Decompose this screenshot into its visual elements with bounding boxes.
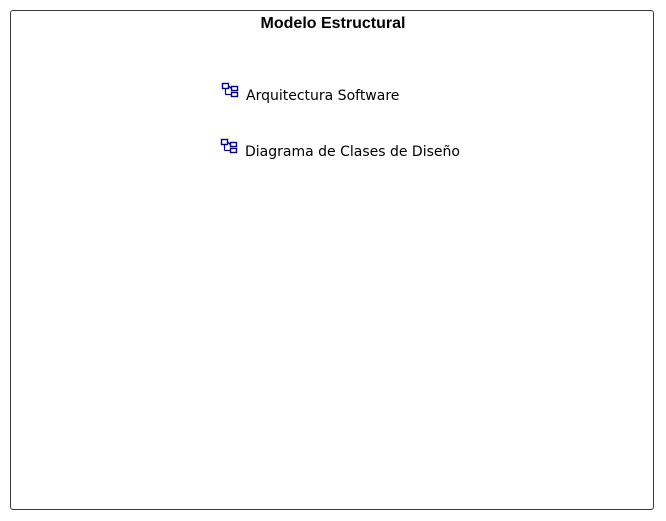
diagram-link-label: Arquitectura Software bbox=[246, 88, 400, 104]
diagram-link-diagrama-de-clases-de-diseno[interactable]: Diagrama de Clases de Diseño bbox=[220, 138, 460, 160]
diagram-link-label: Diagrama de Clases de Diseño bbox=[245, 144, 460, 160]
package-title: Modelo Estructural bbox=[260, 15, 406, 32]
package-frame: Modelo Estructural Arquitectura Software bbox=[10, 10, 654, 510]
diagram-link-arquitectura-software[interactable]: Arquitectura Software bbox=[221, 82, 399, 104]
diagram-icon bbox=[220, 138, 238, 154]
diagram-icon bbox=[221, 82, 239, 98]
